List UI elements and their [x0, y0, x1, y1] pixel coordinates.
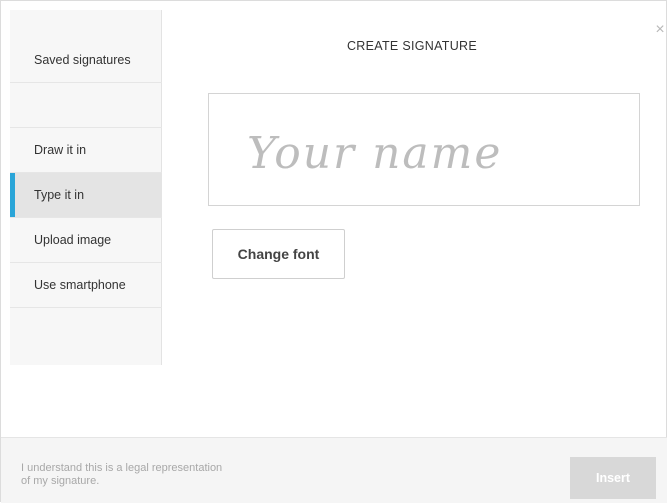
sidebar-item-label: Use smartphone — [34, 278, 126, 292]
sidebar-item-use-smartphone[interactable]: Use smartphone — [10, 263, 162, 308]
change-font-button[interactable]: Change font — [212, 229, 345, 279]
signature-input-box[interactable]: Your name — [208, 93, 640, 206]
sidebar-item-saved-signatures[interactable]: Saved signatures — [10, 38, 162, 83]
create-signature-dialog: Saved signatures Draw it in Type it in U… — [0, 0, 667, 503]
sidebar-item-upload-image[interactable]: Upload image — [10, 218, 162, 263]
close-icon[interactable]: × — [653, 22, 667, 38]
dialog-footer: I understand this is a legal representat… — [1, 437, 667, 503]
sidebar-item-type-it-in[interactable]: Type it in — [10, 173, 162, 218]
sidebar-item-label: Upload image — [34, 233, 112, 247]
legal-disclaimer: I understand this is a legal representat… — [21, 462, 301, 488]
sidebar-item-draw-it-in[interactable]: Draw it in — [10, 128, 162, 173]
legal-disclaimer-line-2: of my signature. — [21, 475, 100, 487]
insert-button[interactable]: Insert — [570, 457, 656, 499]
dialog-title: CREATE SIGNATURE — [346, 39, 478, 53]
signature-method-sidebar: Saved signatures Draw it in Type it in U… — [10, 10, 162, 365]
sidebar-item-label: Type it in — [34, 188, 85, 202]
sidebar-item-label: Saved signatures — [34, 53, 131, 67]
sidebar-item-label: Draw it in — [34, 143, 87, 157]
legal-disclaimer-line-1: I understand this is a legal representat… — [21, 462, 223, 474]
sidebar-divider — [10, 83, 162, 128]
